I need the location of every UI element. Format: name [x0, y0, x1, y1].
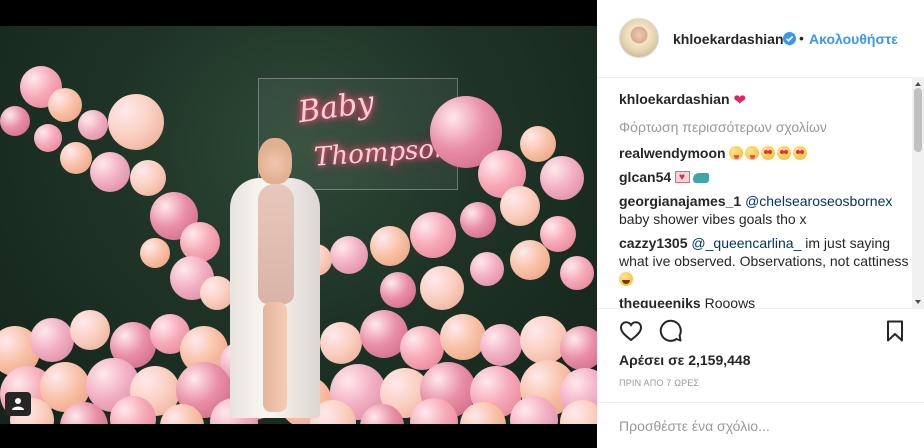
balloon [440, 314, 486, 360]
verified-badge-icon [783, 32, 796, 45]
load-more-row: Φόρτωση περισσότερων σχολίων [619, 118, 909, 136]
balloon [560, 256, 594, 290]
post-timestamp[interactable]: ΠΡΙΝ ΑΠΟ 7 ΩΡΕΣ [619, 378, 699, 388]
balloon [140, 238, 170, 268]
comment-row: georgianajames_1 @chelsearoseosbornex ba… [619, 192, 909, 228]
tongue-emoji-icon [729, 146, 744, 160]
balloon [48, 88, 82, 122]
comment-text: Rooows [704, 295, 756, 308]
heart-eyes-emoji-icon [777, 146, 792, 160]
neon-sign-line1: Baby [295, 84, 377, 131]
balloon [60, 142, 92, 174]
likes-count[interactable]: Αρέσει σε 2,159,448 [619, 352, 750, 368]
balloon [30, 318, 74, 362]
emoji-group [729, 145, 809, 161]
comment-username[interactable]: cazzy1305 [619, 235, 688, 251]
comment-bubble-icon[interactable] [659, 319, 683, 343]
heart-emoji-icon: ❤ [733, 92, 746, 109]
separator-dot: • [799, 30, 804, 46]
person-figure [230, 134, 320, 424]
balloon [540, 156, 584, 200]
post-sidebar: khloekardashian • Ακολουθήστε khloekarda… [597, 0, 924, 448]
comment-row: cazzy1305 @_queencarlina_ im just saying… [619, 234, 909, 288]
grinning-emoji-icon [619, 272, 633, 286]
scroll-down-arrow-icon[interactable] [915, 300, 921, 304]
balloon [90, 152, 130, 192]
tagged-users-button[interactable] [5, 392, 31, 416]
comment-username[interactable]: glcan54 [619, 169, 671, 185]
like-heart-icon[interactable] [619, 319, 643, 343]
comment-row: thequeeniks Rooows [619, 294, 909, 308]
balloon [34, 124, 62, 152]
comment-mention[interactable]: @_queencarlina_ [691, 235, 801, 251]
comments-scrollbar[interactable] [912, 78, 924, 308]
caption-row: khloekardashian ❤ [619, 90, 909, 110]
comments-list: khloekardashian ❤ Φόρτωση περισσότερων σ… [619, 78, 909, 308]
balloon [78, 110, 108, 140]
person-icon [12, 398, 24, 410]
comment-text: baby shower vibes goals tho x [619, 211, 807, 227]
balloon [330, 236, 368, 274]
comment-username[interactable]: realwendymoon [619, 145, 726, 161]
bookmark-icon[interactable] [883, 319, 907, 343]
add-comment-input[interactable] [619, 416, 899, 436]
balloon [370, 226, 410, 266]
comment-username[interactable]: thequeeniks [619, 295, 701, 308]
tongue-emoji-icon [745, 146, 760, 160]
balloon [410, 212, 456, 258]
balloon [470, 252, 504, 286]
header-username[interactable]: khloekardashian [673, 31, 784, 47]
balloon [108, 94, 164, 150]
post-header: khloekardashian • Ακολουθήστε [597, 0, 924, 78]
balloon [520, 126, 556, 162]
caption-username[interactable]: khloekardashian [619, 91, 730, 107]
scroll-thumb[interactable] [914, 88, 922, 152]
balloon [560, 326, 597, 370]
comment-mention[interactable]: @chelsearoseosbornex [745, 193, 892, 209]
balloon [500, 186, 540, 226]
balloon [200, 276, 234, 310]
photo-pane: Baby Thompson [0, 0, 597, 448]
comment-username[interactable]: georgianajames_1 [619, 193, 741, 209]
heart-eyes-emoji-icon [793, 146, 808, 160]
balloon [130, 160, 166, 196]
balloon [510, 240, 550, 280]
post-photo[interactable]: Baby Thompson [0, 26, 597, 424]
comment-row: realwendymoon [619, 144, 909, 162]
sneaker-emoji-icon [693, 173, 710, 183]
balloon [480, 324, 522, 366]
avatar[interactable] [619, 18, 659, 58]
balloon [70, 310, 110, 350]
balloon [0, 106, 30, 136]
love-letter-emoji-icon [675, 169, 691, 187]
follow-button[interactable]: Ακολουθήστε [809, 31, 898, 47]
balloon [460, 202, 496, 238]
scroll-up-arrow-icon[interactable] [915, 82, 921, 86]
load-more-comments-link[interactable]: Φόρτωση περισσότερων σχολίων [619, 119, 827, 135]
comment-row: glcan54 [619, 168, 909, 187]
add-comment-bar [597, 402, 924, 448]
balloon [320, 322, 362, 364]
balloon [380, 272, 416, 308]
balloon [420, 266, 464, 310]
heart-eyes-emoji-icon [761, 146, 776, 160]
